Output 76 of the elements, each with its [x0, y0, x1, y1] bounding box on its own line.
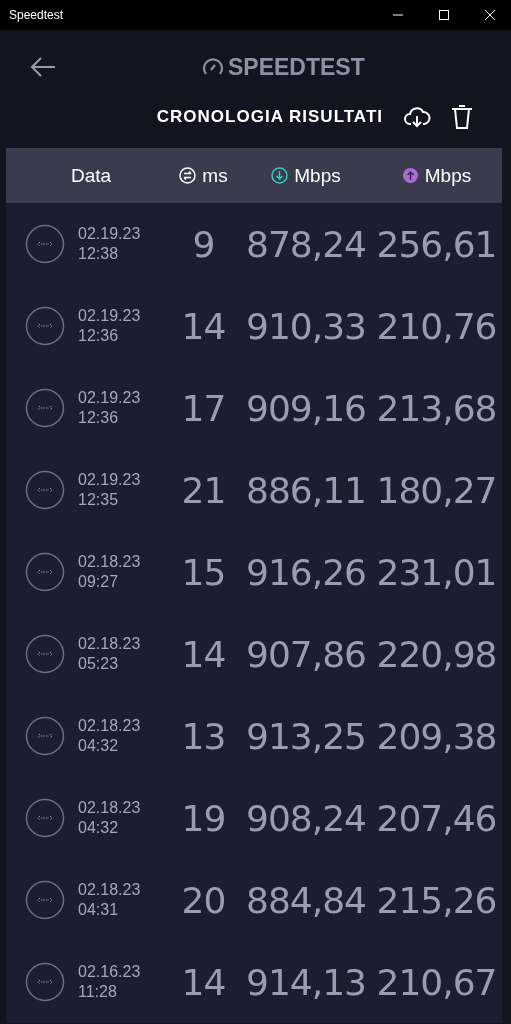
upload-value: 207,46: [376, 797, 497, 839]
connection-icon[interactable]: [25, 880, 65, 920]
upload-value: 220,98: [376, 633, 497, 675]
upload-value: 215,26: [376, 879, 497, 921]
ping-value: 17: [181, 387, 226, 429]
connection-icon[interactable]: [25, 798, 65, 838]
connection-icon[interactable]: [25, 634, 65, 674]
window-title: Speedtest: [9, 8, 64, 22]
ping-value: 15: [181, 551, 226, 593]
test-date: 02.16.23: [78, 962, 141, 982]
column-header: Mbps: [294, 164, 341, 187]
test-date: 02.18.23: [78, 880, 141, 900]
upload-value: 256,61: [376, 223, 497, 265]
ping-value: 9: [192, 223, 215, 265]
connection-icon[interactable]: [25, 224, 65, 264]
test-date: 02.19.23: [78, 470, 141, 490]
download-value: 908,24: [246, 797, 366, 839]
test-time: 12:38: [78, 244, 120, 264]
connection-icon[interactable]: [25, 306, 65, 346]
test-time: 12:35: [78, 490, 120, 510]
ping-value: 14: [181, 633, 226, 675]
trash-icon[interactable]: [451, 104, 473, 130]
test-time: 11:28: [78, 982, 118, 1002]
test-date: 02.18.23: [78, 798, 141, 818]
ping-icon: [179, 167, 197, 184]
test-date: 02.19.23: [78, 224, 141, 244]
connection-icon[interactable]: [25, 470, 65, 510]
download-value: 910,33: [246, 305, 366, 347]
test-date: 02.19.23: [78, 306, 141, 326]
upload-icon: [401, 167, 419, 184]
maximize-icon[interactable]: [438, 9, 450, 21]
upload-value: 213,68: [376, 387, 497, 429]
download-value: 886,11: [246, 469, 366, 511]
download-value: 916,26: [246, 551, 366, 593]
app-logo: SPEEDTEST: [228, 53, 365, 81]
connection-icon[interactable]: [25, 388, 65, 428]
test-time: 12:36: [78, 326, 120, 346]
upload-value: 210,76: [376, 305, 497, 347]
back-arrow-icon[interactable]: [30, 57, 56, 77]
upload-value: 180,27: [376, 469, 497, 511]
upload-value: 209,38: [376, 715, 497, 757]
ping-value: 21: [181, 469, 226, 511]
test-date: 02.18.23: [78, 716, 141, 736]
download-value: 913,25: [246, 715, 366, 757]
connection-icon[interactable]: [25, 716, 65, 756]
column-header: Mbps: [424, 164, 472, 187]
page-title: CRONOLOGIA RISULTATI: [156, 107, 383, 127]
test-time: 09:27: [78, 572, 120, 592]
connection-icon[interactable]: [25, 552, 65, 592]
test-time: 05:23: [78, 654, 120, 674]
download-value: 914,13: [246, 961, 366, 1003]
upload-value: 210,67: [376, 961, 497, 1003]
column-header: Data: [70, 164, 112, 187]
ping-value: 13: [181, 715, 226, 757]
download-value: 907,86: [246, 633, 366, 675]
column-header: ms: [202, 164, 228, 187]
upload-value: 231,01: [376, 551, 497, 593]
test-time: 12:36: [78, 408, 120, 428]
connection-icon[interactable]: [25, 962, 65, 1002]
ping-value: 20: [181, 879, 226, 921]
cloud-download-icon[interactable]: [403, 105, 431, 129]
test-date: 02.19.23: [78, 388, 141, 408]
test-date: 02.18.23: [78, 552, 141, 572]
close-icon[interactable]: [484, 9, 496, 21]
ping-value: 14: [181, 961, 226, 1003]
ping-value: 14: [181, 305, 226, 347]
ping-value: 19: [181, 797, 226, 839]
download-icon: [271, 167, 289, 184]
test-time: 04:31: [78, 900, 120, 920]
download-value: 878,24: [246, 223, 366, 265]
download-value: 909,16: [246, 387, 366, 429]
download-value: 884,84: [246, 879, 366, 921]
test-date: 02.18.23: [78, 634, 141, 654]
gauge-icon: [202, 57, 224, 77]
test-time: 04:32: [78, 818, 120, 838]
test-time: 04:32: [78, 736, 120, 756]
